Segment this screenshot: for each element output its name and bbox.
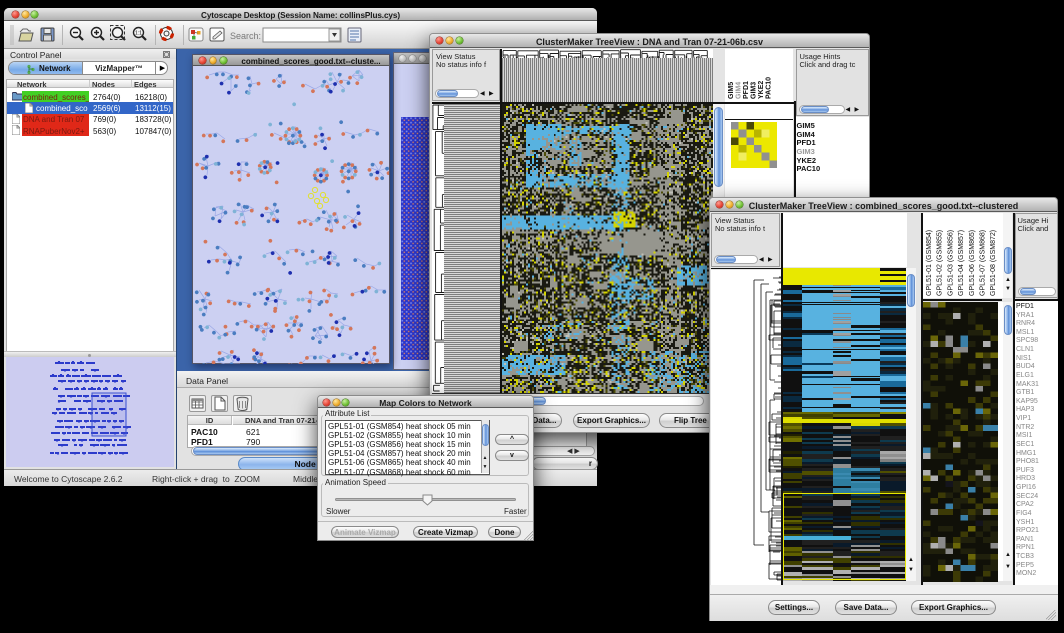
svg-text:GIM3: GIM3 [751, 82, 758, 99]
svg-text:GIM5: GIM5 [728, 82, 735, 99]
svg-text:PAC10: PAC10 [766, 77, 773, 99]
svg-text:GPL51-08 (GSM872): GPL51-08 (GSM872) [990, 230, 997, 296]
svg-text:GPL51-01 (GSM854): GPL51-01 (GSM854) [926, 230, 933, 296]
svg-text:GIM4: GIM4 [736, 82, 743, 99]
svg-text:PFD1: PFD1 [743, 81, 750, 99]
svg-text:GPL51-06 (GSM865): GPL51-06 (GSM865) [968, 230, 975, 296]
svg-text:1:1: 1:1 [135, 31, 142, 37]
svg-text:GPL51-02 (GSM855): GPL51-02 (GSM855) [936, 230, 943, 296]
svg-text:YKE2: YKE2 [758, 81, 765, 99]
svg-text:GPL51-03 (GSM856): GPL51-03 (GSM856) [947, 230, 954, 296]
svg-text:GPL51-04 (GSM857): GPL51-04 (GSM857) [958, 230, 965, 296]
svg-text:GPL51-07 (GSM868): GPL51-07 (GSM868) [979, 230, 986, 296]
svg-text:Search:: Search: [230, 31, 261, 41]
